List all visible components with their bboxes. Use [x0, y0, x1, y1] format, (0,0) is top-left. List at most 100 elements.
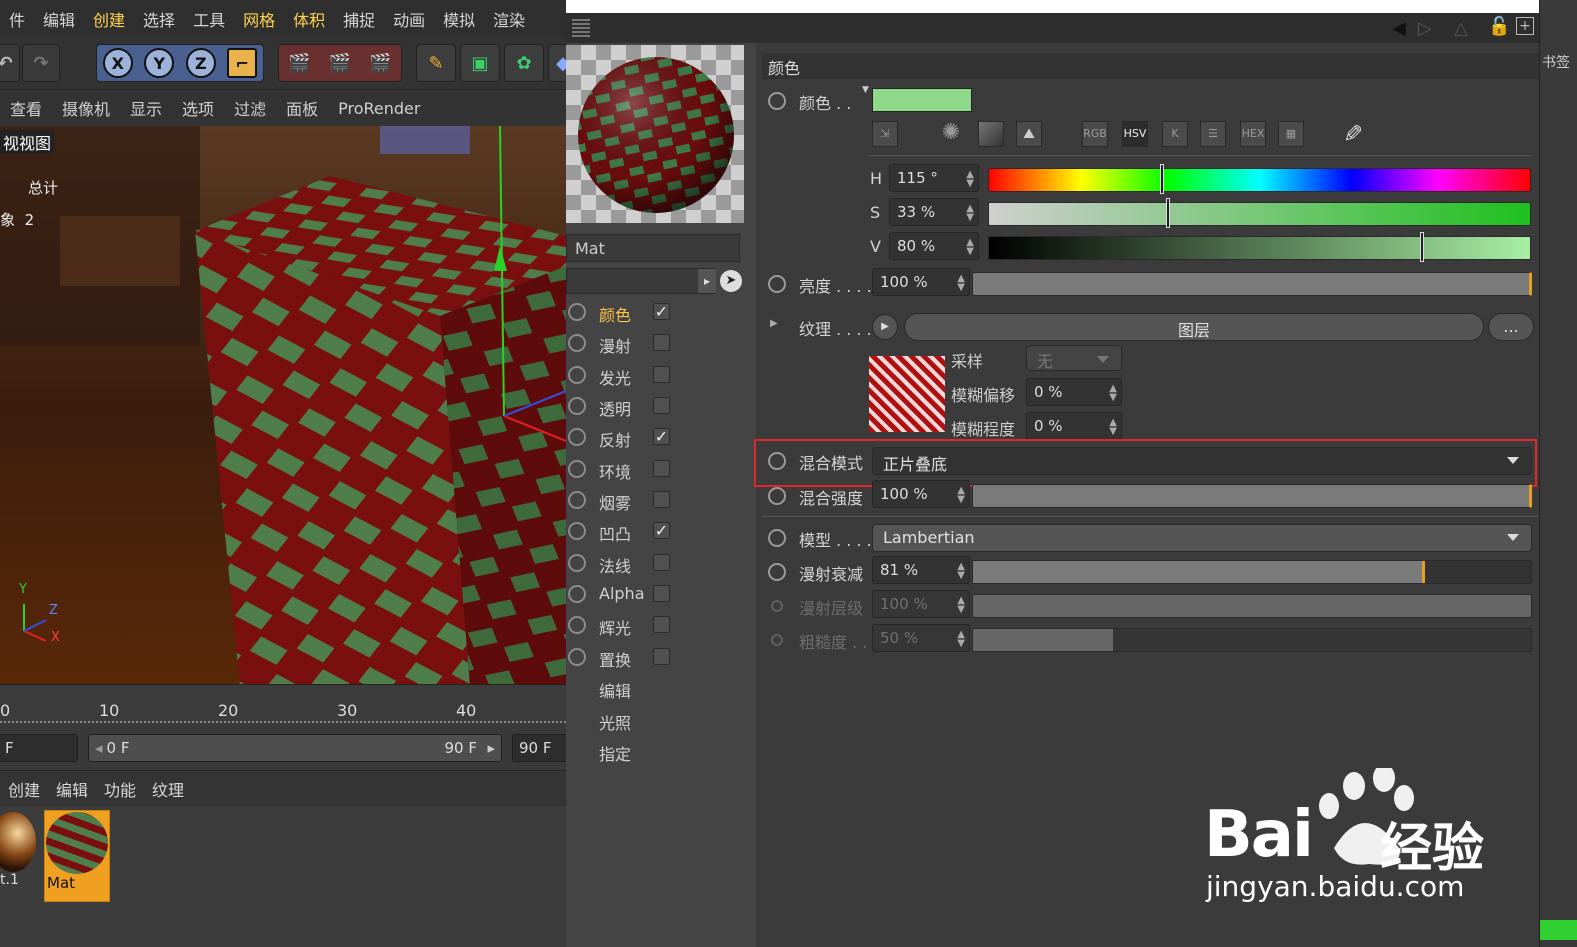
material-thumb-selected[interactable]: Mat — [44, 810, 110, 902]
checkbox[interactable] — [653, 366, 670, 383]
vp-menu-display[interactable]: 显示 — [130, 96, 162, 120]
channel-displacement[interactable]: 置换 — [566, 643, 756, 673]
generator-button[interactable]: ✿ — [504, 44, 544, 82]
sampling-dropdown[interactable]: 无 — [1026, 345, 1122, 371]
pen-tool-button[interactable]: ✎ — [416, 44, 456, 82]
channel-fog[interactable]: 烟雾 — [566, 486, 756, 516]
kelvin-mode-button[interactable]: K — [1162, 121, 1188, 147]
vp-menu-prorender[interactable]: ProRender — [338, 99, 420, 118]
spinner-icon[interactable]: ▲ ▼ — [957, 562, 965, 581]
material-thumb[interactable]: t.1 — [0, 812, 36, 898]
render-view-icon[interactable]: 🎬 — [288, 53, 310, 74]
render-settings-icon[interactable]: 🎬 — [369, 53, 391, 74]
section-illumination[interactable]: 光照 — [599, 710, 631, 734]
vp-menu-panel[interactable]: 面板 — [286, 96, 318, 120]
blend-strength-slider[interactable] — [972, 484, 1532, 508]
checkbox[interactable] — [653, 334, 670, 351]
checkbox[interactable] — [653, 491, 670, 508]
saturation-slider[interactable] — [988, 202, 1531, 226]
checkbox[interactable] — [653, 616, 670, 633]
radio-icon[interactable] — [768, 529, 786, 547]
saturation-slider-handle[interactable] — [1166, 198, 1170, 228]
grip-icon[interactable] — [572, 19, 590, 37]
vp-menu-view[interactable]: 查看 — [10, 96, 42, 120]
value-slider-handle[interactable] — [1420, 232, 1424, 262]
vp-menu-options[interactable]: 选项 — [182, 96, 214, 120]
chevron-right-icon[interactable]: ▸ — [698, 269, 716, 293]
y-axis-lock-button[interactable]: Y — [144, 48, 175, 78]
mixer-icon[interactable]: ☰ — [1200, 121, 1226, 147]
blend-strength-field[interactable]: 100 % ▲ ▼ — [872, 480, 970, 508]
texture-menu-button[interactable]: ▶ — [872, 314, 898, 340]
spectrum-icon[interactable] — [978, 121, 1004, 147]
bookmarks-tab[interactable]: 书签 — [1542, 52, 1570, 72]
expand-triangle-icon[interactable]: ▼ — [862, 85, 869, 95]
up-arrow-icon[interactable]: △ — [1454, 18, 1468, 39]
section-editor[interactable]: 编辑 — [599, 678, 631, 702]
vp-menu-filter[interactable]: 过滤 — [234, 96, 266, 120]
swatches-icon[interactable]: ▦ — [1278, 121, 1304, 147]
pick-cursor-icon[interactable]: ➤ — [720, 270, 742, 292]
hsv-mode-button[interactable]: HSV — [1122, 121, 1148, 147]
spinner-icon[interactable]: ▲ ▼ — [1109, 418, 1117, 437]
spinner-icon[interactable]: ▲ ▼ — [957, 274, 965, 293]
material-name-field[interactable]: Mat — [566, 234, 740, 262]
radio-icon[interactable] — [771, 600, 783, 612]
menu-edit[interactable]: 编辑 — [43, 7, 75, 31]
section-assignment[interactable]: 指定 — [599, 741, 631, 765]
menu-select[interactable]: 选择 — [143, 7, 175, 31]
mat-menu-edit[interactable]: 编辑 — [56, 777, 88, 801]
blur-level-field[interactable]: 0 % ▲ ▼ — [1026, 412, 1122, 440]
image-picker-icon[interactable]: ⛰ — [1016, 121, 1042, 147]
spinner-icon[interactable]: ▲ ▼ — [957, 630, 965, 649]
radio-icon[interactable] — [768, 92, 786, 110]
channel-glow[interactable]: 辉光 — [566, 611, 756, 641]
checkbox[interactable] — [653, 648, 670, 665]
checkbox[interactable] — [653, 460, 670, 477]
hue-slider[interactable] — [988, 168, 1531, 192]
texture-layer-button[interactable]: 图层 — [904, 313, 1484, 341]
back-arrow-icon[interactable]: ◀ — [1392, 18, 1406, 39]
menu-mesh[interactable]: 网格 — [243, 7, 275, 31]
checkbox[interactable] — [653, 554, 670, 571]
channel-search-field[interactable] — [566, 268, 716, 294]
channel-transparency[interactable]: 透明 — [566, 392, 756, 422]
texture-thumbnail[interactable] — [869, 356, 945, 432]
brightness-slider[interactable] — [972, 272, 1532, 296]
color-swatch[interactable] — [872, 88, 972, 112]
new-window-icon[interactable]: + — [1516, 17, 1534, 35]
expand-triangle-icon[interactable]: ▶ — [770, 318, 778, 329]
color-wheel-icon[interactable]: ✺ — [938, 121, 964, 147]
menu-animate[interactable]: 动画 — [393, 7, 425, 31]
undo-button[interactable]: ↶ — [0, 44, 20, 82]
channel-reflectance[interactable]: 反射 ✓ — [566, 423, 756, 453]
blur-offset-field[interactable]: 0 % ▲ ▼ — [1026, 378, 1122, 406]
channel-diffuse[interactable]: 漫射 — [566, 329, 756, 359]
mat-menu-function[interactable]: 功能 — [104, 777, 136, 801]
current-frame-field[interactable]: F — [0, 734, 78, 762]
brightness-field[interactable]: 100 % ▲ ▼ — [872, 268, 970, 296]
texture-more-button[interactable]: ... — [1488, 313, 1534, 341]
menu-snap[interactable]: 捕捉 — [343, 7, 375, 31]
saturation-field[interactable]: 33 % ▲ ▼ — [889, 198, 979, 226]
hue-slider-handle[interactable] — [1160, 164, 1164, 194]
mat-menu-texture[interactable]: 纹理 — [152, 777, 184, 801]
render-picture-viewer-icon[interactable]: 🎬 — [329, 53, 351, 74]
cube-button[interactable]: ▣ — [460, 44, 500, 82]
forward-arrow-icon[interactable]: ▷ — [1418, 18, 1432, 39]
radio-icon[interactable] — [768, 487, 786, 505]
lock-icon[interactable]: 🔓 — [1488, 16, 1510, 37]
timeline-ruler[interactable]: 0 10 20 30 40 — [0, 684, 566, 726]
coordinate-system-button[interactable]: ⌐ — [227, 48, 258, 78]
channel-normal[interactable]: 法线 — [566, 549, 756, 579]
vp-menu-camera[interactable]: 摄像机 — [62, 96, 110, 120]
menu-render[interactable]: 渲染 — [493, 7, 525, 31]
menu-create[interactable]: 创建 — [93, 7, 125, 31]
diffuse-level-slider[interactable] — [972, 594, 1532, 618]
radio-icon[interactable] — [771, 634, 783, 646]
checkmark-icon[interactable]: ✓ — [653, 303, 670, 320]
spinner-icon[interactable]: ▲ ▼ — [957, 486, 965, 505]
channel-bump[interactable]: 凹凸 ✓ — [566, 517, 756, 547]
diffuse-level-field[interactable]: 100 % ▲ ▼ — [872, 590, 970, 618]
deformer-button[interactable]: ◆ — [548, 44, 566, 82]
